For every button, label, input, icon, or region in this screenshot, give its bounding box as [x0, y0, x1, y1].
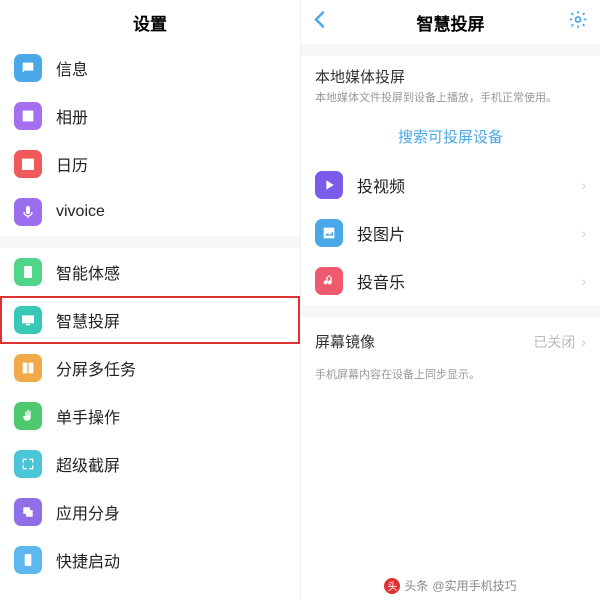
- back-icon[interactable]: [313, 11, 325, 34]
- calendar-icon: [14, 150, 42, 178]
- screenshot-icon: [14, 450, 42, 478]
- image-icon: [315, 219, 343, 247]
- mirror-status: 已关闭: [533, 332, 575, 352]
- row-appclone[interactable]: 应用分身: [0, 488, 300, 536]
- settings-header: 设置: [0, 0, 300, 44]
- music-icon: [315, 267, 343, 295]
- motion-icon: [14, 258, 42, 286]
- row-label: 智能体感: [56, 260, 286, 284]
- split-icon: [14, 354, 42, 382]
- cast-panel: 智慧投屏 本地媒体投屏 本地媒体文件投屏到设备上播放，手机正常使用。 搜索可投屏…: [300, 0, 600, 600]
- clone-icon: [14, 498, 42, 526]
- row-quicklaunch[interactable]: 快捷启动: [0, 536, 300, 584]
- row-cast-video[interactable]: 投视频 ›: [301, 161, 600, 209]
- row-vivoice[interactable]: vivoice: [0, 188, 300, 236]
- local-media-header: 本地媒体投屏: [301, 56, 600, 89]
- row-label: 日历: [56, 152, 286, 176]
- section-divider: [301, 305, 600, 317]
- gear-icon[interactable]: [568, 10, 588, 35]
- mirror-label: 屏幕镜像: [315, 331, 533, 352]
- hand-icon: [14, 402, 42, 430]
- chevron-right-icon: ›: [581, 273, 586, 289]
- chevron-right-icon: ›: [581, 225, 586, 241]
- row-label: 应用分身: [56, 500, 286, 524]
- avatar-icon: 头: [384, 578, 400, 594]
- row-smart-cast[interactable]: 智慧投屏: [0, 296, 300, 344]
- search-devices-link[interactable]: 搜索可投屏设备: [301, 116, 600, 161]
- row-label: 相册: [56, 104, 286, 128]
- row-label: vivoice: [56, 203, 286, 221]
- section-divider: [0, 236, 300, 248]
- play-icon: [315, 171, 343, 199]
- watermark: 头 头条 @实用手机技巧: [301, 577, 600, 594]
- chevron-right-icon: ›: [581, 334, 586, 350]
- row-label: 投音乐: [357, 269, 575, 293]
- mirror-desc: 手机屏幕内容在设备上同步显示。: [301, 366, 600, 393]
- row-cast-image[interactable]: 投图片 ›: [301, 209, 600, 257]
- row-label: 单手操作: [56, 404, 286, 428]
- row-label: 快捷启动: [56, 548, 286, 572]
- chevron-right-icon: ›: [581, 177, 586, 193]
- row-splitscreen[interactable]: 分屏多任务: [0, 344, 300, 392]
- row-label: 投视频: [357, 173, 575, 197]
- photos-icon: [14, 102, 42, 130]
- message-icon: [14, 54, 42, 82]
- cast-icon: [14, 306, 42, 334]
- row-label: 智慧投屏: [56, 308, 286, 332]
- row-label: 信息: [56, 56, 286, 80]
- local-media-desc: 本地媒体文件投屏到设备上播放，手机正常使用。: [301, 89, 600, 116]
- row-label: 分屏多任务: [56, 356, 286, 380]
- row-mirror[interactable]: 屏幕镜像 已关闭 ›: [301, 317, 600, 366]
- row-motion[interactable]: 智能体感: [0, 248, 300, 296]
- cast-header: 智慧投屏: [301, 0, 600, 44]
- footer-author: @实用手机技巧: [432, 577, 516, 594]
- row-label: 投图片: [357, 221, 575, 245]
- footer-prefix: 头条: [404, 577, 428, 594]
- section-divider: [301, 44, 600, 56]
- cast-title: 智慧投屏: [417, 10, 485, 35]
- row-cast-music[interactable]: 投音乐 ›: [301, 257, 600, 305]
- row-messages[interactable]: 信息: [0, 44, 300, 92]
- settings-panel: 设置 信息 相册 日历 vivoice 智能体感 智慧投屏: [0, 0, 300, 600]
- row-photos[interactable]: 相册: [0, 92, 300, 140]
- settings-title: 设置: [133, 10, 167, 35]
- row-onehand[interactable]: 单手操作: [0, 392, 300, 440]
- local-media-title: 本地媒体投屏: [315, 66, 586, 87]
- row-screenshot[interactable]: 超级截屏: [0, 440, 300, 488]
- row-calendar[interactable]: 日历: [0, 140, 300, 188]
- launch-icon: [14, 546, 42, 574]
- mic-icon: [14, 198, 42, 226]
- row-label: 超级截屏: [56, 452, 286, 476]
